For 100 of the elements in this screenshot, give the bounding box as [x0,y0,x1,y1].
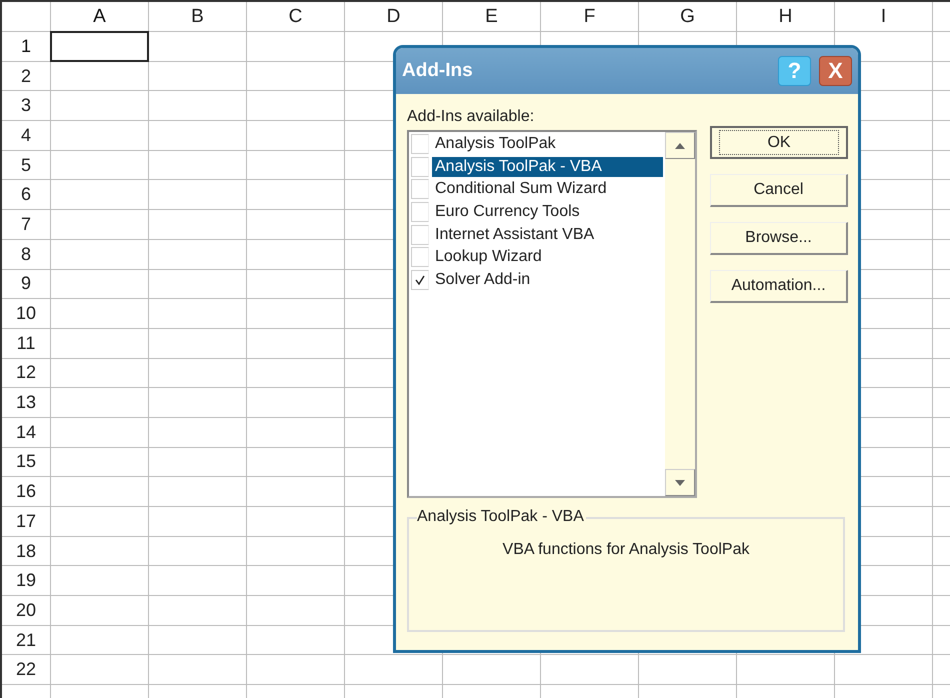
spreadsheet-cell[interactable] [247,121,345,151]
spreadsheet-cell[interactable] [149,418,247,448]
spreadsheet-cell[interactable] [51,358,149,388]
spreadsheet-cell[interactable] [51,418,149,448]
column-header[interactable]: C [247,2,345,32]
spreadsheet-cell[interactable] [149,121,247,151]
spreadsheet-cell[interactable] [247,477,345,507]
dialog-button[interactable]: Browse... [710,222,848,255]
spreadsheet-cell[interactable] [51,150,149,180]
row-header[interactable]: 13 [2,388,51,418]
spreadsheet-cell[interactable] [247,626,345,656]
dialog-button[interactable]: OK [710,126,848,159]
spreadsheet-cell[interactable] [247,299,345,329]
checkbox[interactable] [411,247,429,268]
column-header[interactable]: B [149,2,247,32]
select-all-corner[interactable] [2,2,51,32]
spreadsheet-cell[interactable] [149,32,247,62]
row-header[interactable]: 21 [2,626,51,656]
spreadsheet-cell[interactable] [345,655,443,686]
spreadsheet-cell[interactable] [247,536,345,566]
spreadsheet-cell[interactable] [51,477,149,507]
dialog-button[interactable]: Automation... [710,270,848,303]
spreadsheet-cell[interactable] [51,328,149,359]
spreadsheet-cell[interactable] [247,180,345,210]
spreadsheet-cell[interactable] [247,150,345,180]
row-header[interactable]: 22 [2,655,51,686]
spreadsheet-cell[interactable] [51,507,149,537]
spreadsheet-cell[interactable] [51,62,149,92]
spreadsheet-cell[interactable] [247,388,345,418]
list-item[interactable]: Analysis ToolPak - VBA [432,156,663,177]
row-header[interactable]: 4 [2,121,51,151]
column-header[interactable]: F [541,2,639,32]
spreadsheet-cell[interactable] [247,448,345,478]
spreadsheet-cell[interactable] [247,240,345,270]
checkbox[interactable] [411,134,429,154]
spreadsheet-cell[interactable] [149,626,247,656]
column-header[interactable]: I [835,2,933,32]
spreadsheet-cell[interactable] [51,91,149,122]
list-item[interactable]: Analysis ToolPak [432,134,663,154]
spreadsheet-cell[interactable] [51,121,149,151]
spreadsheet-cell[interactable] [247,62,345,92]
row-header[interactable]: 5 [2,150,51,180]
spreadsheet-cell[interactable] [737,655,835,686]
spreadsheet-cell[interactable] [247,596,345,626]
column-header[interactable]: E [443,2,541,32]
list-item[interactable]: Solver Add-in [432,270,663,290]
spreadsheet-cell[interactable] [247,328,345,359]
row-header[interactable]: 14 [2,418,51,448]
spreadsheet-cell[interactable] [51,299,149,329]
spreadsheet-cell[interactable] [247,418,345,448]
scroll-down-button[interactable] [665,469,695,496]
spreadsheet-cell[interactable] [149,91,247,122]
row-header[interactable]: 3 [2,91,51,122]
row-header[interactable]: 2 [2,62,51,92]
spreadsheet-cell[interactable] [639,655,737,686]
spreadsheet-cell[interactable] [149,596,247,626]
add-ins-list[interactable]: Analysis ToolPak Analysis ToolPak - VBA Conditional Sum Wizard Euro Currency Tools Internet Assistant VBA Lookup Wizard Solver Add-in [407,130,697,498]
spreadsheet-cell[interactable] [149,358,247,388]
spreadsheet-cell[interactable] [835,655,933,686]
spreadsheet-cell[interactable] [247,91,345,122]
spreadsheet-cell[interactable] [149,270,247,300]
row-header[interactable]: 12 [2,358,51,388]
checkbox[interactable] [411,156,429,177]
spreadsheet-cell[interactable] [247,270,345,300]
row-header[interactable]: 8 [2,240,51,270]
checkbox[interactable] [411,224,429,245]
spreadsheet-cell[interactable] [149,328,247,359]
list-item[interactable]: Conditional Sum Wizard [432,179,663,200]
spreadsheet-cell[interactable] [149,566,247,596]
list-item[interactable]: Internet Assistant VBA [432,224,663,245]
checkbox[interactable] [411,270,429,290]
spreadsheet-cell[interactable] [247,655,345,686]
spreadsheet-cell[interactable] [51,180,149,210]
spreadsheet-cell[interactable] [149,240,247,270]
spreadsheet-cell[interactable] [149,507,247,537]
row-header[interactable]: 11 [2,328,51,359]
row-header[interactable]: 18 [2,536,51,566]
spreadsheet-cell[interactable] [149,388,247,418]
column-header[interactable]: A [51,2,149,32]
row-header[interactable]: 10 [2,299,51,329]
spreadsheet-cell[interactable] [247,566,345,596]
row-header[interactable]: 20 [2,596,51,626]
spreadsheet-cell[interactable] [51,270,149,300]
spreadsheet-cell[interactable] [149,448,247,478]
spreadsheet-cell[interactable] [247,358,345,388]
spreadsheet-cell[interactable] [51,240,149,270]
row-header[interactable]: 19 [2,566,51,596]
spreadsheet-cell[interactable] [149,62,247,92]
checkbox[interactable] [411,179,429,200]
spreadsheet-cell[interactable] [149,477,247,507]
row-header[interactable]: 7 [2,210,51,240]
spreadsheet-cell[interactable] [149,180,247,210]
close-button[interactable]: X [819,56,852,86]
list-item[interactable]: Lookup Wizard [432,247,663,268]
row-header[interactable]: 15 [2,448,51,478]
spreadsheet-cell[interactable] [247,210,345,240]
spreadsheet-cell[interactable] [247,507,345,537]
spreadsheet-cell[interactable] [149,150,247,180]
spreadsheet-cell[interactable] [247,32,345,62]
spreadsheet-cell[interactable] [51,388,149,418]
